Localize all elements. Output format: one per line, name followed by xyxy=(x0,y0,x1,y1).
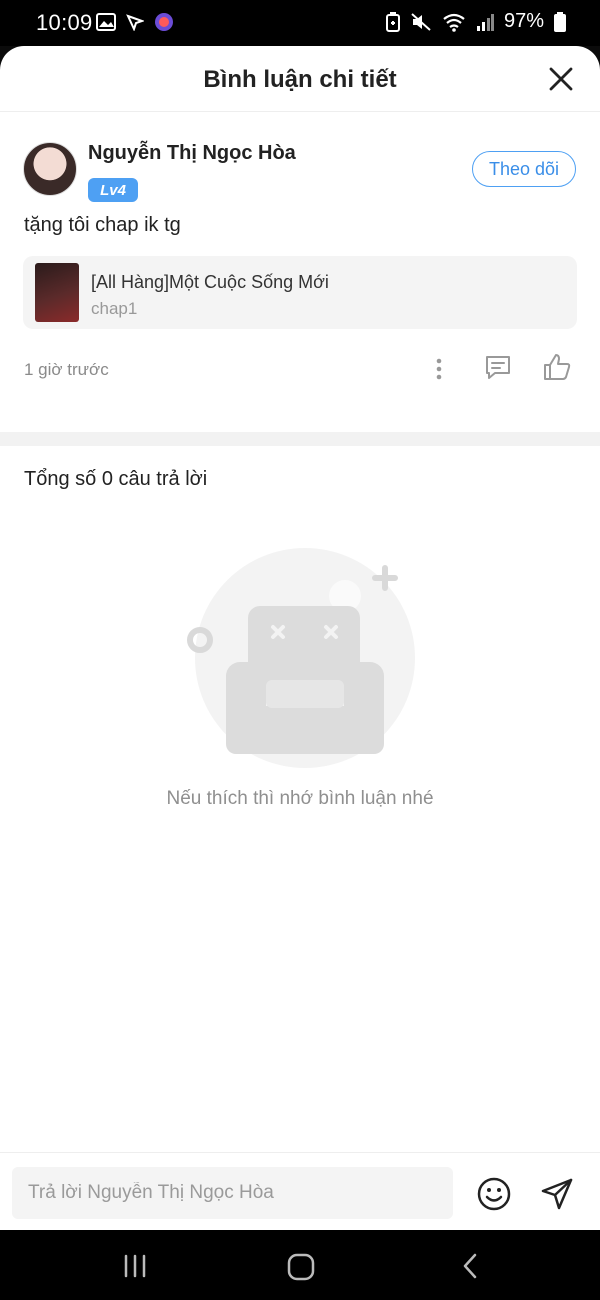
recent-apps-icon[interactable] xyxy=(122,1254,148,1278)
empty-state-text: Nếu thích thì nhớ bình luận nhé xyxy=(166,788,434,809)
sheet-header: Bình luận chi tiết xyxy=(0,46,600,112)
empty-sofa-icon xyxy=(187,548,415,768)
section-divider xyxy=(0,432,600,446)
status-bar: 10:09 97% xyxy=(0,0,600,46)
wifi-icon xyxy=(443,13,465,32)
battery-icon xyxy=(554,11,566,32)
reply-icon[interactable] xyxy=(484,354,512,382)
follow-button[interactable]: Theo dõi xyxy=(472,151,576,187)
comment-username[interactable]: Nguyễn Thị Ngọc Hòa xyxy=(88,142,296,165)
like-icon[interactable] xyxy=(542,352,572,382)
comment-detail-sheet: Bình luận chi tiết Nguyễn Thị Ngọc Hòa L… xyxy=(0,46,600,1230)
send-icon[interactable] xyxy=(540,1177,574,1211)
comment-card: Nguyễn Thị Ngọc Hòa Lv4 Theo dõi tặng tô… xyxy=(0,112,600,432)
mute-icon xyxy=(411,12,431,31)
total-replies-label: Tổng số 0 câu trả lời xyxy=(24,468,208,490)
home-icon[interactable] xyxy=(286,1252,316,1282)
image-icon xyxy=(96,13,116,31)
battery-percent: 97% xyxy=(503,10,544,32)
comment-time: 1 giờ trước xyxy=(24,360,109,379)
battery-saver-icon xyxy=(385,11,400,32)
status-right-icons: 97% xyxy=(385,10,566,33)
story-chapter: chap1 xyxy=(91,299,138,318)
close-icon[interactable] xyxy=(548,66,574,92)
story-title: [All Hàng]Một Cuộc Sống Mới xyxy=(91,272,329,292)
reply-bar xyxy=(0,1152,600,1230)
system-nav-bar xyxy=(0,1230,600,1300)
status-time: 10:09 xyxy=(36,10,93,35)
story-card[interactable]: [All Hàng]Một Cuộc Sống Mới chap1 xyxy=(23,256,577,329)
page-title: Bình luận chi tiết xyxy=(203,66,397,93)
back-icon[interactable] xyxy=(460,1252,480,1280)
story-thumbnail xyxy=(35,263,79,322)
level-badge: Lv4 xyxy=(88,178,138,202)
status-left-icons xyxy=(96,12,174,32)
app-icon xyxy=(155,13,173,31)
comment-text: tặng tôi chap ik tg xyxy=(24,214,181,236)
more-options-icon[interactable] xyxy=(428,356,450,382)
signal-icon xyxy=(476,13,494,31)
navigation-icon xyxy=(126,14,144,31)
avatar[interactable] xyxy=(23,142,77,196)
reply-input[interactable] xyxy=(12,1167,453,1219)
emoji-icon[interactable] xyxy=(477,1177,511,1211)
